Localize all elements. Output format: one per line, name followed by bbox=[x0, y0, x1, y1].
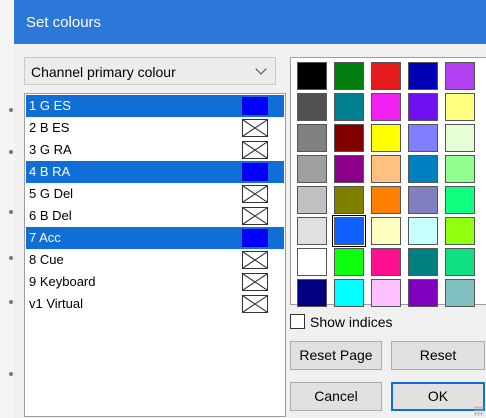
palette-colour-cell[interactable] bbox=[408, 124, 438, 152]
no-colour-icon bbox=[242, 119, 268, 137]
show-indices-checkbox[interactable] bbox=[290, 314, 305, 329]
palette-colour-cell[interactable] bbox=[371, 124, 401, 152]
palette-colour-cell[interactable] bbox=[297, 155, 327, 183]
no-colour-icon bbox=[242, 295, 268, 313]
colour-type-value: Channel primary colour bbox=[31, 64, 176, 80]
channel-label: 5 G Del bbox=[29, 186, 74, 201]
reset-page-button[interactable]: Reset Page bbox=[290, 341, 382, 370]
chevron-down-icon bbox=[255, 63, 267, 75]
channel-label: v1 Virtual bbox=[29, 296, 83, 311]
palette-colour-cell[interactable] bbox=[297, 186, 327, 214]
channel-label: 6 B Del bbox=[29, 208, 72, 223]
set-colours-dialog: Set colours Channel primary colour 1 G E… bbox=[14, 0, 486, 418]
palette-colour-cell[interactable] bbox=[408, 93, 438, 121]
palette-colour-cell[interactable] bbox=[371, 93, 401, 121]
palette-colour-cell[interactable] bbox=[371, 217, 401, 245]
palette-colour-cell[interactable] bbox=[408, 248, 438, 276]
palette-colour-cell[interactable] bbox=[408, 155, 438, 183]
palette-colour-cell[interactable] bbox=[334, 279, 364, 307]
palette-colour-cell[interactable] bbox=[445, 248, 475, 276]
palette-colour-cell[interactable] bbox=[371, 155, 401, 183]
palette-colour-cell[interactable] bbox=[408, 279, 438, 307]
palette-colour-cell[interactable] bbox=[445, 217, 475, 245]
palette-colour-cell[interactable] bbox=[371, 186, 401, 214]
channel-label: 7 Acc bbox=[29, 230, 61, 245]
channel-list[interactable]: 1 G ES 2 B ES 3 G RA 4 B RA 5 G Del 6 B Del 7 … bbox=[24, 93, 286, 417]
no-colour-icon bbox=[242, 207, 268, 225]
no-colour-icon bbox=[242, 251, 268, 269]
channel-row[interactable]: 8 Cue bbox=[26, 249, 284, 271]
colour-swatch bbox=[242, 97, 268, 115]
channel-row[interactable]: 2 B ES bbox=[26, 117, 284, 139]
palette-colour-cell[interactable] bbox=[445, 186, 475, 214]
palette-colour-cell[interactable] bbox=[334, 124, 364, 152]
palette-colour-cell[interactable] bbox=[445, 124, 475, 152]
palette-colour-cell[interactable] bbox=[445, 62, 475, 90]
colour-type-dropdown[interactable]: Channel primary colour bbox=[24, 57, 276, 85]
channel-row[interactable]: 9 Keyboard bbox=[26, 271, 284, 293]
no-colour-icon bbox=[242, 273, 268, 291]
palette-colour-cell[interactable] bbox=[408, 217, 438, 245]
palette-colour-cell[interactable] bbox=[334, 62, 364, 90]
show-indices-option[interactable]: Show indices bbox=[290, 313, 410, 333]
resize-grip[interactable] bbox=[474, 406, 484, 416]
palette-colour-cell[interactable] bbox=[371, 279, 401, 307]
palette-colour-cell[interactable] bbox=[408, 186, 438, 214]
palette-colour-cell[interactable] bbox=[297, 124, 327, 152]
palette-colour-cell[interactable] bbox=[297, 62, 327, 90]
channel-row[interactable]: 3 G RA bbox=[26, 139, 284, 161]
palette-colour-cell[interactable] bbox=[408, 62, 438, 90]
palette-colour-cell[interactable] bbox=[445, 93, 475, 121]
channel-row[interactable]: 6 B Del bbox=[26, 205, 284, 227]
palette-colour-cell[interactable] bbox=[297, 93, 327, 121]
channel-label: 4 B RA bbox=[29, 164, 71, 179]
channel-row[interactable]: 1 G ES bbox=[26, 95, 284, 117]
channel-label: 3 G RA bbox=[29, 142, 72, 157]
palette-colour-cell[interactable] bbox=[297, 279, 327, 307]
no-colour-icon bbox=[242, 185, 268, 203]
palette-colour-cell[interactable] bbox=[332, 215, 366, 247]
channel-row[interactable]: v1 Virtual bbox=[26, 293, 284, 315]
palette-colour-cell[interactable] bbox=[297, 217, 327, 245]
channel-label: 2 B ES bbox=[29, 120, 70, 135]
channel-label: 9 Keyboard bbox=[29, 274, 96, 289]
no-colour-icon bbox=[242, 141, 268, 159]
palette-colour-cell[interactable] bbox=[297, 248, 327, 276]
channel-label: 1 G ES bbox=[29, 98, 71, 113]
palette-colour-cell[interactable] bbox=[334, 93, 364, 121]
channel-label: 8 Cue bbox=[29, 252, 64, 267]
palette-colour-cell[interactable] bbox=[445, 279, 475, 307]
colour-swatch bbox=[242, 163, 268, 181]
show-indices-label: Show indices bbox=[310, 314, 393, 330]
palette-colour-cell[interactable] bbox=[334, 248, 364, 276]
channel-row[interactable]: 7 Acc bbox=[26, 227, 284, 249]
channel-row[interactable]: 5 G Del bbox=[26, 183, 284, 205]
palette-colour-cell[interactable] bbox=[445, 155, 475, 183]
palette-colour-cell[interactable] bbox=[334, 186, 364, 214]
channel-row[interactable]: 4 B RA bbox=[26, 161, 284, 183]
ok-button[interactable]: OK bbox=[391, 382, 485, 411]
colour-swatch bbox=[242, 229, 268, 247]
palette-colour-cell[interactable] bbox=[371, 62, 401, 90]
palette-colour-cell[interactable] bbox=[334, 155, 364, 183]
reset-button[interactable]: Reset bbox=[391, 341, 485, 370]
cancel-button[interactable]: Cancel bbox=[290, 382, 382, 411]
dialog-title: Set colours bbox=[26, 14, 102, 31]
palette-colour-cell[interactable] bbox=[371, 248, 401, 276]
colour-palette bbox=[290, 57, 486, 307]
title-bar: Set colours bbox=[14, 0, 486, 44]
